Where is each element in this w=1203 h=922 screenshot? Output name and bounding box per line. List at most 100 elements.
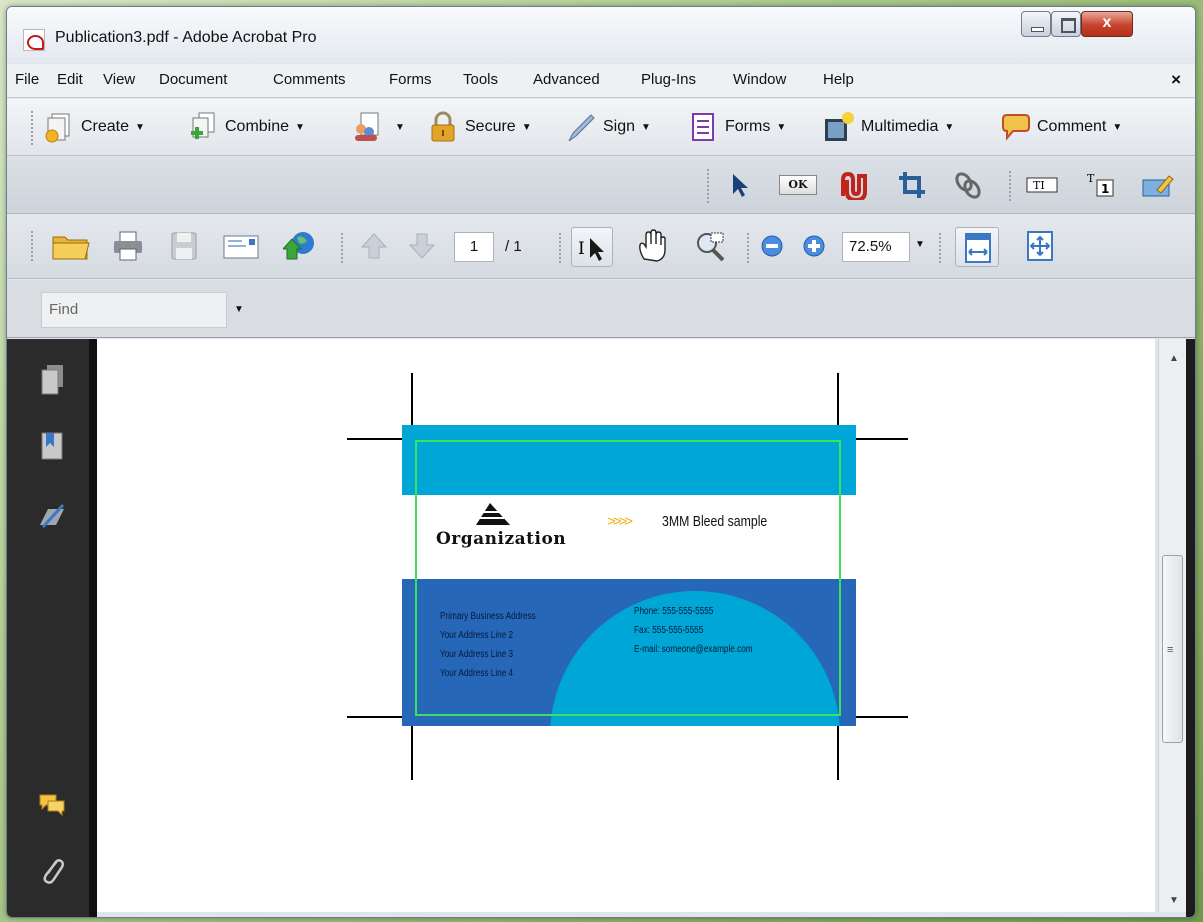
scroll-down-arrow-icon[interactable]: ▼ bbox=[1169, 895, 1179, 906]
bookmarks-panel-icon[interactable] bbox=[37, 429, 67, 463]
toolbar-separator bbox=[559, 233, 561, 263]
touchup-object-icon[interactable] bbox=[839, 170, 869, 200]
close-icon: x bbox=[1102, 14, 1112, 31]
next-page-icon[interactable] bbox=[405, 229, 439, 263]
collaborate-button[interactable]: ▼ bbox=[351, 109, 405, 145]
create-caret-icon: ▼ bbox=[135, 121, 145, 133]
scroll-thumb[interactable]: ≡ bbox=[1162, 555, 1183, 743]
title-bar: Publication3.pdf - Adobe Acrobat Pro x bbox=[7, 7, 1195, 63]
combine-icon bbox=[191, 112, 215, 139]
page-number-input[interactable]: 1 bbox=[454, 232, 494, 262]
multimedia-button[interactable]: Multimedia ▼ bbox=[823, 109, 954, 145]
minimize-button[interactable] bbox=[1021, 11, 1051, 37]
menu-tools[interactable]: Tools bbox=[463, 71, 498, 88]
svg-text:TI: TI bbox=[1033, 179, 1045, 192]
select-text-icon: I bbox=[578, 238, 604, 261]
signatures-panel-icon[interactable] bbox=[37, 499, 67, 533]
create-pdf-icon bbox=[45, 113, 70, 143]
comment-icon bbox=[1002, 114, 1030, 141]
vertical-scrollbar[interactable]: ▲ ≡ ▼ bbox=[1158, 339, 1186, 912]
scroll-up-arrow-icon[interactable]: ▲ bbox=[1169, 353, 1179, 364]
toolbar-grip[interactable] bbox=[707, 169, 709, 203]
pdf-app-icon bbox=[23, 29, 45, 51]
combine-label: Combine bbox=[225, 118, 290, 135]
svg-text:1: 1 bbox=[1101, 182, 1109, 196]
fit-width-button[interactable] bbox=[955, 227, 999, 267]
hand-tool-icon[interactable] bbox=[635, 229, 669, 263]
toolbar-separator bbox=[939, 233, 941, 263]
pages-panel-icon[interactable] bbox=[37, 363, 67, 397]
menu-plugins[interactable]: Plug-Ins bbox=[641, 71, 696, 88]
comments-panel-icon[interactable] bbox=[37, 787, 67, 821]
svg-text:I: I bbox=[578, 239, 585, 259]
close-document-button[interactable]: × bbox=[1171, 70, 1181, 90]
find-input[interactable]: Find bbox=[41, 292, 227, 328]
fit-page-icon[interactable] bbox=[1023, 229, 1057, 263]
nav-pane-splitter[interactable] bbox=[89, 339, 97, 917]
crop-mark bbox=[837, 373, 839, 425]
create-label: Create bbox=[81, 118, 130, 135]
save-icon[interactable] bbox=[167, 229, 201, 263]
business-card-page: Organization >>>> 3MM Bleed sample Prima… bbox=[402, 425, 856, 726]
find-options-caret-icon[interactable]: ▼ bbox=[234, 304, 244, 315]
menu-help[interactable]: Help bbox=[823, 71, 854, 88]
menu-document[interactable]: Document bbox=[159, 71, 227, 88]
multimedia-icon bbox=[825, 112, 854, 141]
menu-view[interactable]: View bbox=[103, 71, 135, 88]
zoom-level-input[interactable]: 72.5% bbox=[842, 232, 910, 262]
create-button[interactable]: Create ▼ bbox=[43, 109, 145, 145]
zoom-caret-icon[interactable]: ▼ bbox=[915, 239, 925, 250]
sign-label: Sign bbox=[603, 118, 636, 135]
document-view[interactable]: Organization >>>> 3MM Bleed sample Prima… bbox=[97, 339, 1155, 912]
crop-mark bbox=[347, 438, 402, 440]
window-right-border bbox=[1186, 339, 1195, 917]
share-globe-icon[interactable] bbox=[283, 229, 317, 263]
comment-button[interactable]: Comment ▼ bbox=[999, 109, 1122, 145]
secure-label: Secure bbox=[465, 118, 516, 135]
lock-icon bbox=[431, 111, 455, 142]
menu-forms[interactable]: Forms bbox=[389, 71, 432, 88]
menu-file[interactable]: File bbox=[15, 71, 39, 88]
menu-edit[interactable]: Edit bbox=[57, 71, 83, 88]
collaborate-caret-icon: ▼ bbox=[395, 121, 405, 133]
toolbar-grip[interactable] bbox=[31, 231, 33, 263]
bleed-trim-line bbox=[415, 440, 841, 716]
print-icon[interactable] bbox=[111, 229, 145, 263]
close-window-button[interactable]: x bbox=[1081, 11, 1133, 37]
select-object-icon[interactable] bbox=[725, 170, 755, 200]
link-icon[interactable] bbox=[953, 170, 983, 200]
zoom-out-icon[interactable] bbox=[759, 229, 785, 263]
crop-mark bbox=[411, 726, 413, 780]
open-folder-icon[interactable] bbox=[51, 229, 91, 263]
attachments-panel-icon[interactable] bbox=[37, 853, 67, 887]
page-number-icon[interactable]: T1 bbox=[1085, 170, 1119, 200]
toolbar-separator bbox=[747, 233, 749, 263]
toolbar-grip[interactable] bbox=[31, 111, 33, 145]
menu-comments[interactable]: Comments bbox=[273, 71, 346, 88]
button-tool[interactable]: OK bbox=[779, 170, 817, 200]
pen-icon bbox=[568, 114, 595, 142]
edit-form-icon[interactable] bbox=[1141, 170, 1175, 200]
forms-button[interactable]: Forms ▼ bbox=[687, 109, 786, 145]
previous-page-icon[interactable] bbox=[357, 229, 391, 263]
menu-window[interactable]: Window bbox=[733, 71, 786, 88]
crop-icon[interactable] bbox=[897, 170, 927, 200]
find-toolbar: Find ▼ bbox=[7, 280, 1195, 338]
menu-advanced[interactable]: Advanced bbox=[533, 71, 600, 88]
combine-button[interactable]: Combine ▼ bbox=[187, 109, 305, 145]
svg-text:T: T bbox=[1087, 172, 1095, 185]
forms-caret-icon: ▼ bbox=[776, 121, 787, 133]
zoom-in-icon[interactable] bbox=[801, 229, 827, 263]
scroll-grip-icon: ≡ bbox=[1167, 644, 1174, 656]
email-icon[interactable] bbox=[221, 229, 261, 263]
forms-label: Forms bbox=[725, 118, 771, 135]
select-tool-button[interactable]: I bbox=[571, 227, 613, 267]
sign-button[interactable]: Sign ▼ bbox=[565, 109, 651, 145]
secure-button[interactable]: Secure ▼ bbox=[427, 109, 532, 145]
comment-caret-icon: ▼ bbox=[1112, 121, 1123, 133]
marquee-zoom-icon[interactable] bbox=[693, 229, 727, 263]
maximize-button[interactable] bbox=[1051, 11, 1081, 37]
navigation-pane bbox=[7, 339, 97, 917]
text-field-icon[interactable]: TI bbox=[1025, 170, 1059, 200]
crop-mark bbox=[837, 726, 839, 780]
